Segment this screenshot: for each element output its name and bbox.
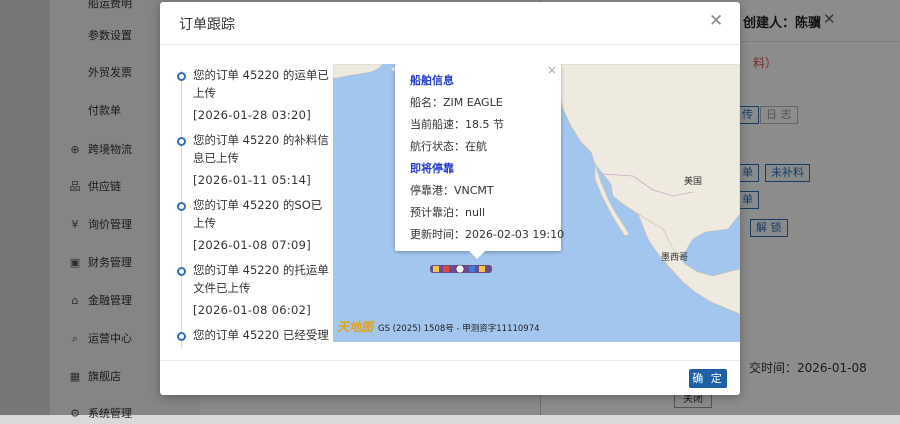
berth-section-title: 即将停靠 — [410, 162, 454, 175]
timeline-time: [2026-01-28 03:20] — [193, 108, 312, 122]
close-icon[interactable]: × — [547, 64, 557, 77]
timeline-time: [2026-01-11 05:14] — [193, 173, 312, 187]
map-label-mexico: 墨西哥 — [661, 253, 689, 263]
berth-eta: 预计靠泊：null — [410, 206, 486, 219]
map-label-usa: 美国 — [684, 177, 703, 187]
timeline-time: [2026-01-08 06:02] — [193, 303, 312, 317]
tianditu-logo: 天地图 — [337, 320, 374, 334]
timeline-time: [2026-01-08 07:09] — [193, 238, 312, 252]
ship-info-popup: × 船舶信息 船名：ZIM EAGLE 当前船速：18.5 节 航行状态：在航 … — [395, 64, 565, 259]
tracking-timeline: 您的订单 45220 的运单已上传 [2026-01-28 03:20] 您的订… — [174, 60, 332, 348]
modal-title: 订单跟踪 — [179, 17, 235, 33]
timeline-dot-icon — [177, 202, 186, 211]
order-tracking-modal: 订单跟踪 ✕ 您的订单 45220 的运单已上传 [2026-01-28 03:… — [160, 2, 740, 395]
timeline-dot-icon — [177, 332, 186, 341]
berth-port: 停靠港：VNCMT — [410, 184, 494, 197]
ship-tracking-map[interactable]: 美国 墨西哥 × 船舶信息 船名：ZIM EAGLE 当前船速：18.5 节 航… — [333, 64, 740, 342]
confirm-button[interactable]: 确 定 — [689, 369, 727, 388]
map-source-credit: GS (2025) 1508号 - 甲测资字11110974 — [378, 324, 540, 334]
ship-section-title: 船舶信息 — [410, 74, 454, 87]
timeline-text: 您的订单 45220 的补料信息已上传 — [193, 133, 329, 165]
timeline-text: 您的订单 45220 的SO已上传 — [193, 198, 323, 230]
timeline-dot-icon — [177, 72, 186, 81]
ship-speed: 当前船速：18.5 节 — [410, 118, 504, 131]
timeline-text: 您的订单 45220 的托运单文件已上传 — [193, 263, 329, 295]
timeline-dot-icon — [177, 137, 186, 146]
timeline-text: 您的订单 45220 的运单已上传 — [193, 68, 329, 100]
ship-marker-icon[interactable] — [429, 263, 493, 275]
modal-header: 订单跟踪 ✕ — [160, 2, 740, 45]
timeline-dot-icon — [177, 267, 186, 276]
close-icon[interactable]: ✕ — [709, 11, 723, 31]
ship-name: 船名：ZIM EAGLE — [410, 96, 503, 109]
ship-status: 航行状态：在航 — [410, 140, 487, 153]
update-time: 更新时间：2026-02-03 19:10 — [410, 228, 565, 241]
timeline-text: 您的订单 45220 已经受理 — [193, 328, 329, 342]
modal-footer: 确 定 — [160, 360, 740, 395]
